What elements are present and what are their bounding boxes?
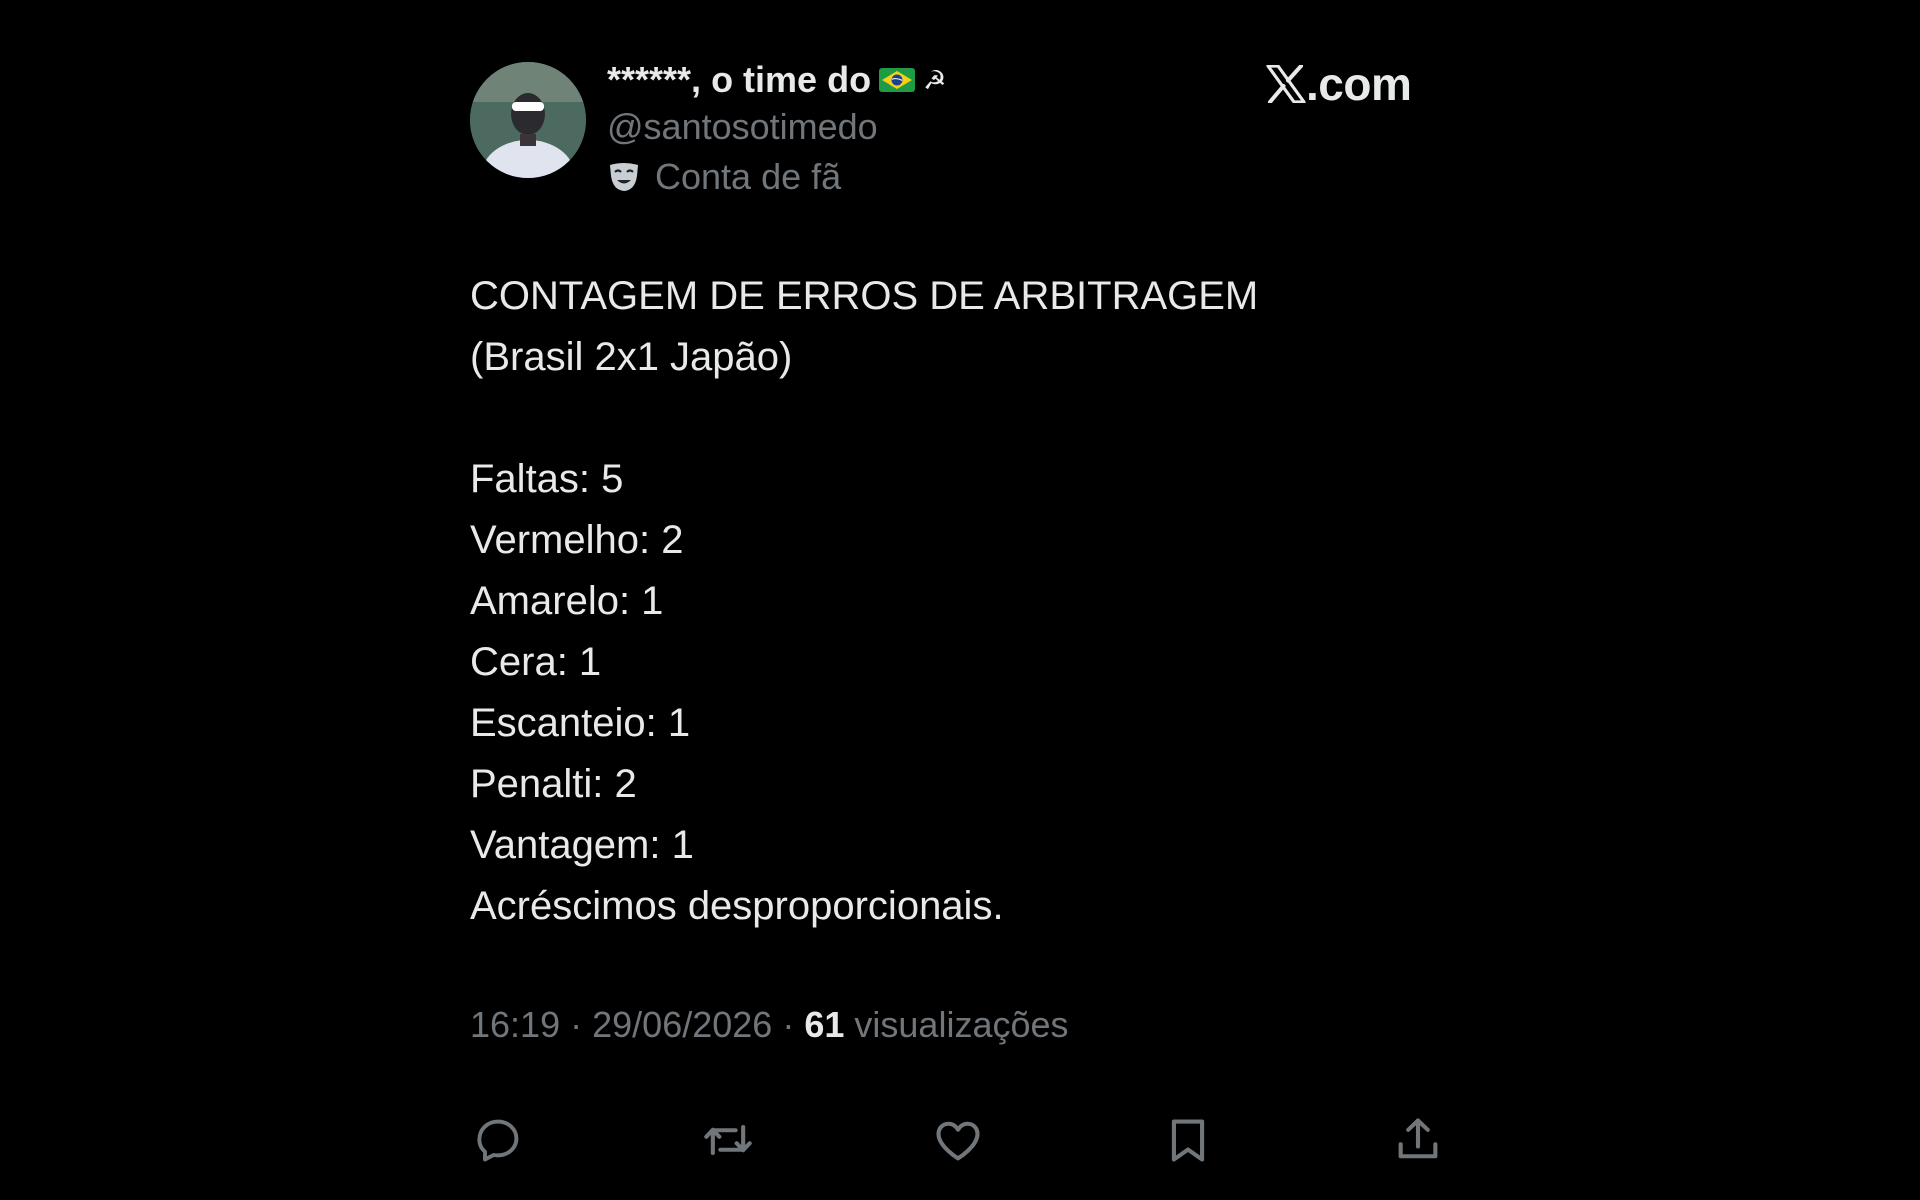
meta-separator: · xyxy=(570,1004,583,1045)
brazil-flag-icon xyxy=(879,68,916,92)
like-icon xyxy=(936,1121,980,1161)
author-display-name[interactable]: ******, o time do xyxy=(607,59,871,101)
tweet-line: Cera: 1 xyxy=(470,640,602,684)
tweet-line: Escanteio: 1 xyxy=(470,701,691,745)
tweet-line: Vermelho: 2 xyxy=(470,518,684,562)
meta-separator: · xyxy=(782,1004,795,1045)
tweet-line: Vantagem: 1 xyxy=(470,823,694,867)
bookmark-icon xyxy=(1171,1119,1205,1162)
tweet-time[interactable]: 16:19 xyxy=(470,1004,560,1045)
tweet-text: CONTAGEM DE ERROS DE ARBITRAGEM (Brasil … xyxy=(470,266,1370,937)
tweet-subtitle: (Brasil 2x1 Japão) xyxy=(470,335,793,379)
retweet-button[interactable] xyxy=(700,1112,756,1168)
x-logo-icon xyxy=(1266,65,1306,103)
tweet-line: Acréscimos desproporcionais. xyxy=(470,884,1004,928)
fan-account-badge: Conta de fã xyxy=(607,156,841,198)
site-logo: .com xyxy=(1266,58,1412,110)
site-label: .com xyxy=(1306,58,1412,110)
tweet-actions xyxy=(470,1112,1450,1168)
bookmark-button[interactable] xyxy=(1160,1112,1216,1168)
share-button[interactable] xyxy=(1390,1112,1446,1168)
avatar[interactable] xyxy=(470,62,586,178)
author-handle[interactable]: @santosotimedo xyxy=(607,106,878,148)
retweet-icon xyxy=(704,1124,752,1156)
reply-button[interactable] xyxy=(470,1112,526,1168)
hammer-sickle-icon: ☭ xyxy=(923,64,947,95)
reply-icon xyxy=(477,1119,519,1162)
avatar-photo xyxy=(470,62,586,178)
tweet-meta: 16:19 · 29/06/2026 · 61 visualizações xyxy=(470,1004,1069,1046)
tweet-line: Amarelo: 1 xyxy=(470,579,664,623)
tweet-date[interactable]: 29/06/2026 xyxy=(592,1004,772,1045)
fan-account-label: Conta de fã xyxy=(655,156,842,197)
views-label: visualizações xyxy=(854,1004,1069,1045)
tweet-line: Faltas: 5 xyxy=(470,457,624,501)
author-name-row[interactable]: ******, o time do ☭ xyxy=(607,58,946,102)
tweet-line: Penalti: 2 xyxy=(470,762,637,806)
screen: ******, o time do ☭ @santosotimedo Conta… xyxy=(0,0,1920,1200)
views-count: 61 xyxy=(804,1004,845,1045)
share-icon xyxy=(1398,1118,1438,1159)
like-button[interactable] xyxy=(930,1112,986,1168)
theater-mask-icon xyxy=(610,163,638,191)
tweet-title: CONTAGEM DE ERROS DE ARBITRAGEM xyxy=(470,274,1259,318)
tweet-card: ******, o time do ☭ @santosotimedo Conta… xyxy=(470,58,1450,1162)
